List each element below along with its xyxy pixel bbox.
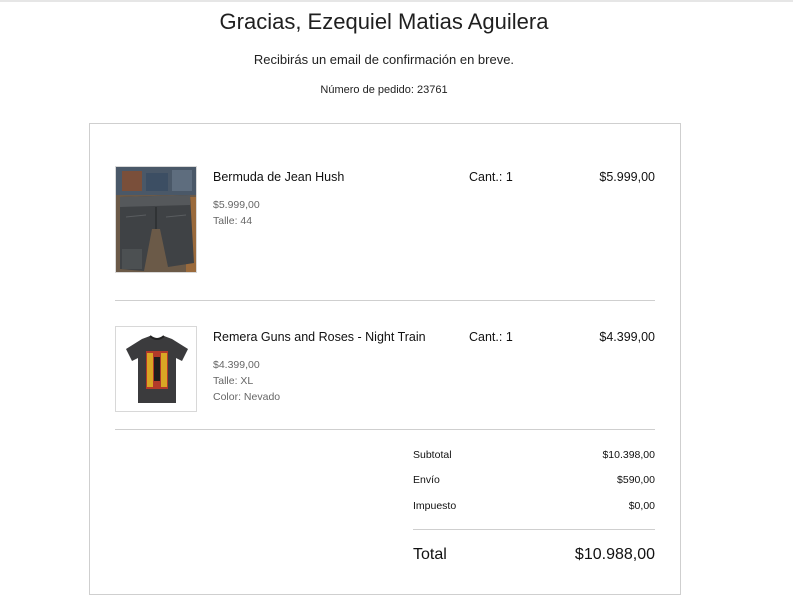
jean-shorts-photo [116,167,196,272]
total-value: $10.988,00 [574,546,655,563]
item-size: Talle: XL [213,375,254,387]
item-details: $4.399,00 Talle: XL Color: Nevado [213,357,280,405]
item-total: $4.399,00 [599,330,655,344]
item-name: Remera Guns and Roses - Night Train [213,330,426,344]
order-summary-card: Bermuda de Jean Hush Cant.: 1 $5.999,00 … [89,123,681,595]
shipping-label: Envío [413,474,440,486]
item-color: Color: Nevado [213,391,281,403]
subtotal-value: $10.398,00 [602,449,655,461]
item-quantity: Cant.: 1 [469,170,513,184]
tax-value: $0,00 [628,500,655,512]
item-quantity: Cant.: 1 [469,330,513,344]
item-total: $5.999,00 [599,170,655,184]
band-tshirt-photo [116,327,196,411]
thank-you-title: Gracias, Ezequiel Matias Aguilera [219,9,549,34]
order-item: Bermuda de Jean Hush Cant.: 1 $5.999,00 … [115,166,655,301]
totals-divider [413,529,655,530]
order-number: Número de pedido: 23761 [320,84,448,96]
total-label: Total [413,546,447,563]
top-divider [0,0,793,2]
confirmation-message: Recibirás un email de confirmación en br… [253,52,515,67]
product-image [115,326,197,412]
subtotal-label: Subtotal [413,449,452,461]
product-image [115,166,197,273]
item-details: $5.999,00 Talle: 44 [213,197,260,229]
tax-label: Impuesto [413,500,457,512]
item-name: Bermuda de Jean Hush [213,170,345,184]
shipping-value: $590,00 [617,474,655,486]
item-size: Talle: 44 [213,215,253,227]
item-unit-price: $4.399,00 [213,359,260,371]
item-unit-price: $5.999,00 [213,199,260,211]
order-item: Remera Guns and Roses - Night Train Cant… [115,326,655,430]
